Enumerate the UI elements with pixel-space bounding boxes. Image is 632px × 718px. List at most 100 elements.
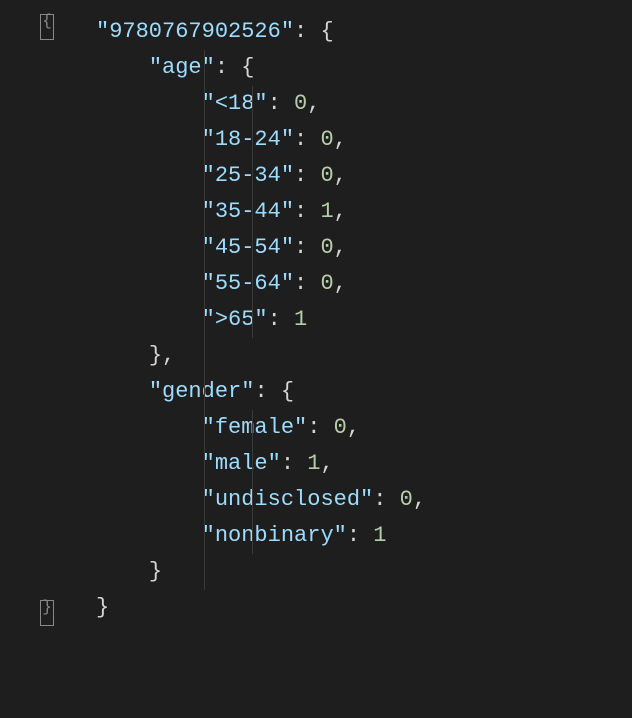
token-punc: : <box>268 91 294 116</box>
token-num: 0 <box>294 91 307 116</box>
line-text: "35-44": 1, <box>96 199 347 224</box>
code-line[interactable]: "55-64": 0, <box>96 266 632 302</box>
code-line[interactable]: "35-44": 1, <box>96 194 632 230</box>
line-text: "male": 1, <box>96 451 334 476</box>
line-text: "<18": 0, <box>96 91 320 116</box>
token-punc: , <box>334 199 347 224</box>
code-line[interactable]: } <box>96 590 632 626</box>
token-num: 0 <box>400 487 413 512</box>
line-text: "45-54": 0, <box>96 235 347 260</box>
code-line[interactable]: "9780767902526": { <box>96 14 632 50</box>
token-punc: : <box>294 199 320 224</box>
token-num: 0 <box>320 127 333 152</box>
code-line[interactable]: "male": 1, <box>96 446 632 482</box>
indent-guide <box>252 410 253 446</box>
indent-guide <box>204 302 205 338</box>
token-punc: : <box>347 523 373 548</box>
indent-guide <box>204 518 205 554</box>
line-text: } <box>96 559 162 584</box>
line-text: ">65": 1 <box>96 307 307 332</box>
token-punc: , <box>334 271 347 296</box>
indent-guide <box>252 302 253 338</box>
token-punc: : <box>294 127 320 152</box>
code-line[interactable]: "female": 0, <box>96 410 632 446</box>
token-punc: : <box>268 307 294 332</box>
token-punc: : <box>294 235 320 260</box>
code-line[interactable]: "<18": 0, <box>96 86 632 122</box>
indent-guide <box>204 158 205 194</box>
token-punc: : { <box>215 55 255 80</box>
code-line[interactable]: ">65": 1 <box>96 302 632 338</box>
token-key: "55-64" <box>202 271 294 296</box>
token-key: ">65" <box>202 307 268 332</box>
token-punc: : <box>294 271 320 296</box>
code-line[interactable]: } <box>96 554 632 590</box>
token-punc: , <box>413 487 426 512</box>
token-punc: } <box>149 559 162 584</box>
code-line[interactable]: "age": { <box>96 50 632 86</box>
token-num: 0 <box>334 415 347 440</box>
token-punc: : <box>307 415 333 440</box>
token-num: 0 <box>320 271 333 296</box>
code-line[interactable]: }, <box>96 338 632 374</box>
indent-guide <box>252 446 253 482</box>
token-punc: : { <box>294 19 334 44</box>
indent-guide <box>252 194 253 230</box>
token-key: "9780767902526" <box>96 19 294 44</box>
code-line[interactable]: "nonbinary": 1 <box>96 518 632 554</box>
code-line[interactable]: "undisclosed": 0, <box>96 482 632 518</box>
indent-guide <box>204 482 205 518</box>
token-punc: } <box>96 595 109 620</box>
token-key: "35-44" <box>202 199 294 224</box>
token-punc: , <box>334 235 347 260</box>
token-key: "gender" <box>149 379 255 404</box>
line-text: } <box>96 595 109 620</box>
token-num: 1 <box>307 451 320 476</box>
indent-guide <box>204 266 205 302</box>
indent-guide <box>252 122 253 158</box>
token-punc: , <box>334 163 347 188</box>
token-key: "male" <box>202 451 281 476</box>
indent-guide <box>252 266 253 302</box>
line-text: "9780767902526": { <box>96 19 334 44</box>
token-punc: , <box>320 451 333 476</box>
token-key: "<18" <box>202 91 268 116</box>
indent-guide <box>204 446 205 482</box>
line-text: "gender": { <box>96 379 294 404</box>
code-line[interactable]: "18-24": 0, <box>96 122 632 158</box>
indent-guide <box>204 374 205 410</box>
indent-guide <box>252 482 253 518</box>
indent-guide <box>204 122 205 158</box>
token-num: 0 <box>320 235 333 260</box>
indent-guide <box>252 230 253 266</box>
indent-guide <box>204 194 205 230</box>
token-punc: , <box>307 91 320 116</box>
indent-guide <box>204 410 205 446</box>
token-punc: , <box>334 127 347 152</box>
token-punc: : <box>373 487 399 512</box>
token-num: 1 <box>373 523 386 548</box>
line-text: "55-64": 0, <box>96 271 347 296</box>
indent-guide <box>252 86 253 122</box>
token-key: "nonbinary" <box>202 523 347 548</box>
code-editor[interactable]: { } "9780767902526": { "age": { "<18": 0… <box>0 0 632 644</box>
indent-guide <box>204 50 205 86</box>
token-punc: , <box>347 415 360 440</box>
code-content[interactable]: "9780767902526": { "age": { "<18": 0, "1… <box>0 14 632 626</box>
code-line[interactable]: "25-34": 0, <box>96 158 632 194</box>
token-key: "female" <box>202 415 308 440</box>
line-text: "25-34": 0, <box>96 163 347 188</box>
line-text: "18-24": 0, <box>96 127 347 152</box>
code-line[interactable]: "gender": { <box>96 374 632 410</box>
code-line[interactable]: "45-54": 0, <box>96 230 632 266</box>
token-num: 1 <box>294 307 307 332</box>
token-punc: : { <box>254 379 294 404</box>
indent-guide <box>204 230 205 266</box>
indent-guide <box>252 158 253 194</box>
line-text: "nonbinary": 1 <box>96 523 386 548</box>
token-key: "25-34" <box>202 163 294 188</box>
token-key: "undisclosed" <box>202 487 374 512</box>
line-text: "undisclosed": 0, <box>96 487 426 512</box>
line-text: }, <box>96 343 175 368</box>
token-num: 0 <box>320 163 333 188</box>
